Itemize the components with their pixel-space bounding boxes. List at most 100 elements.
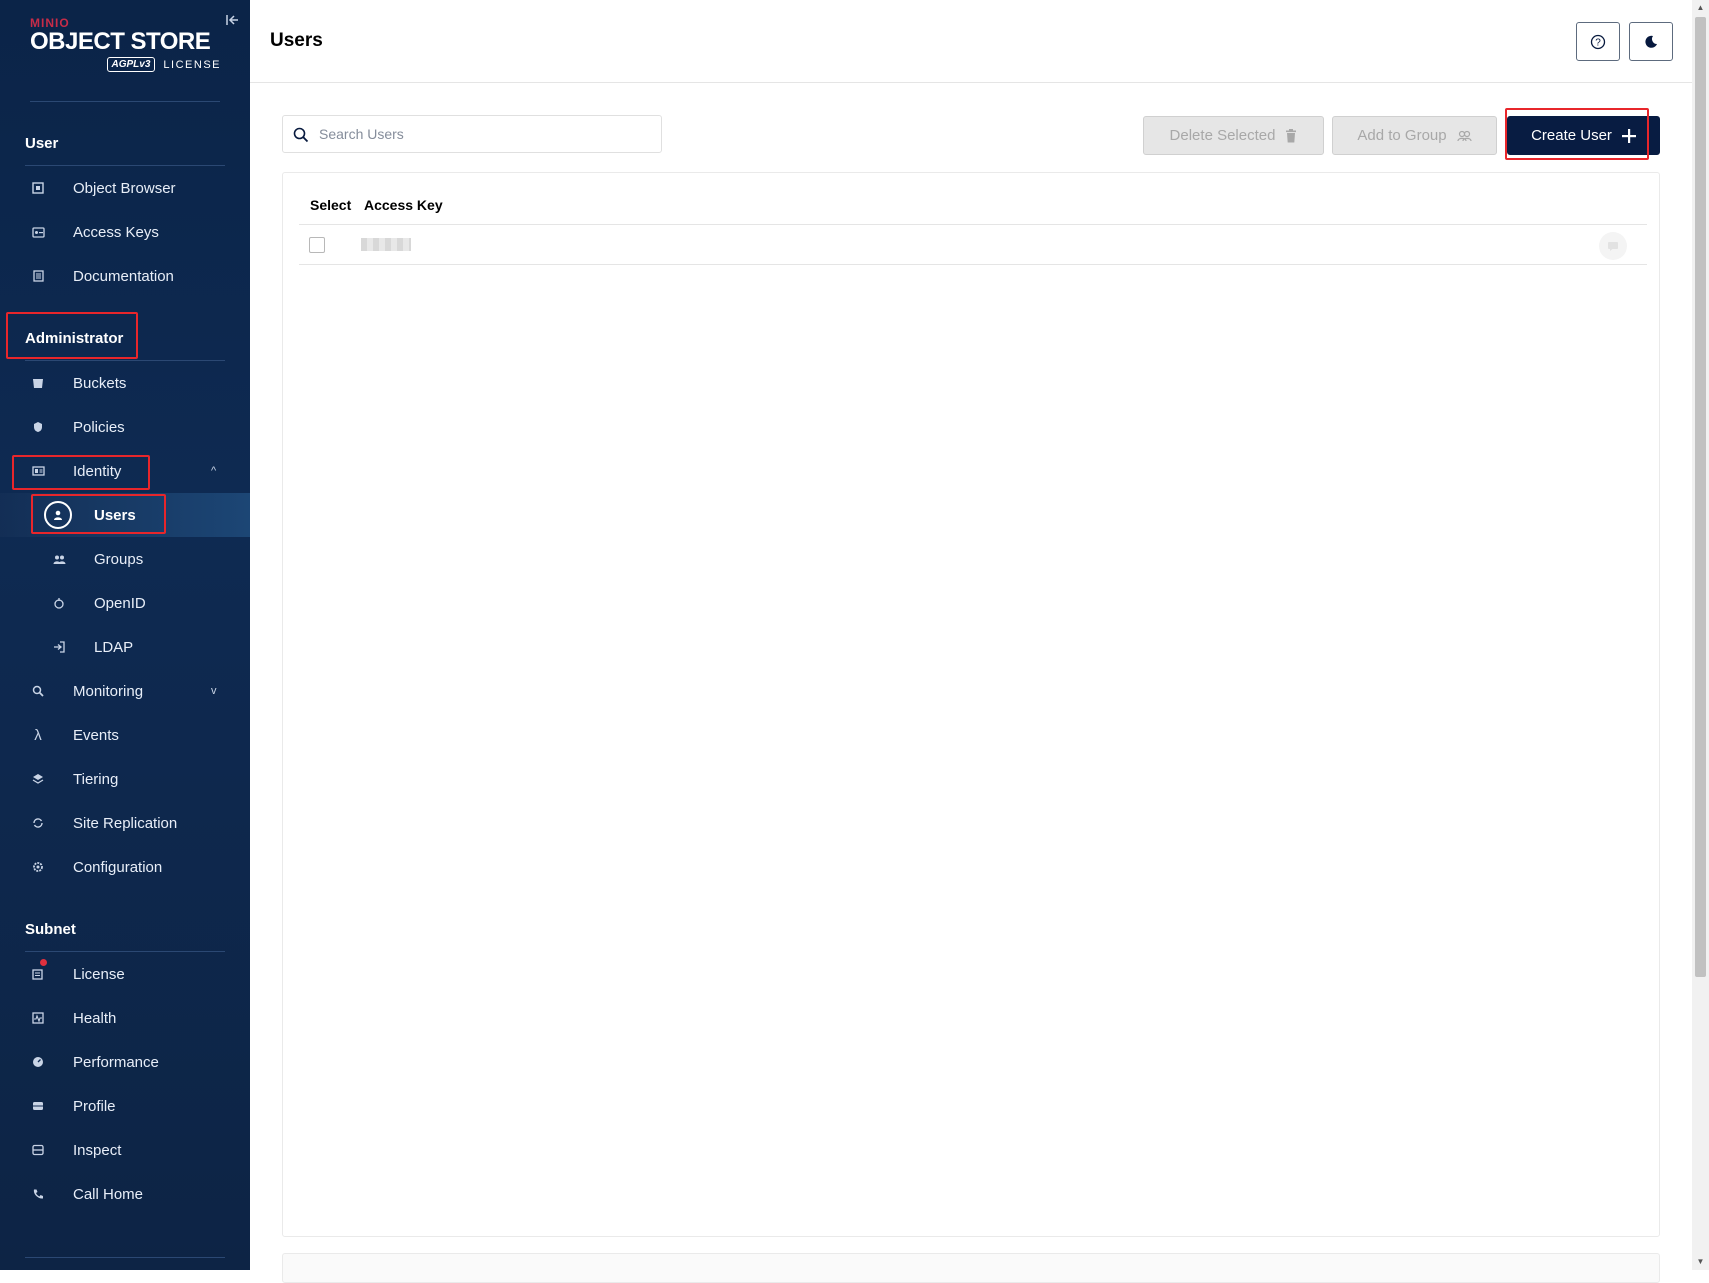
sidebar-item-performance[interactable]: Performance [0,1040,250,1084]
docs-icon [29,267,47,285]
sidebar-item-health[interactable]: Health [0,996,250,1040]
chevron-down-icon[interactable]: v [211,685,217,697]
object-browser-icon [29,179,47,197]
section-title-subnet: Subnet [25,921,76,938]
inspect-icon [29,1141,47,1159]
sidebar-item-label: Policies [73,418,125,436]
column-header-select: Select [310,197,352,213]
sidebar-item-label: Inspect [73,1141,122,1159]
sidebar-item-identity[interactable]: Identity ^ [0,449,250,493]
view-icon [1608,242,1618,251]
access-key-cell[interactable] [361,238,411,251]
sidebar-item-label: License [73,965,125,983]
sidebar-item-label: Call Home [73,1185,144,1203]
scroll-up-arrow-icon[interactable]: ▲ [1695,2,1706,14]
id-card-icon [29,462,47,480]
layers-icon [29,770,47,788]
scroll-down-arrow-icon[interactable]: ▼ [1695,1256,1706,1268]
dark-mode-toggle[interactable] [1629,22,1673,61]
sidebar-item-openid[interactable]: OpenID [0,581,250,625]
sidebar-item-label: Users [94,506,136,524]
sidebar-item-label: OpenID [94,594,146,612]
sidebar-item-label: Configuration [73,858,163,876]
gauge-icon [29,1053,47,1071]
sidebar-item-configuration[interactable]: Configuration [0,845,250,889]
chevron-up-icon[interactable]: ^ [211,465,216,477]
sidebar-item-tiering[interactable]: Tiering [0,757,250,801]
sidebar-item-call-home[interactable]: Call Home [0,1172,250,1216]
sidebar-item-profile[interactable]: Profile [0,1084,250,1128]
sidebar-item-label: Documentation [73,267,174,285]
pagination-area [282,1253,1660,1283]
login-icon [50,638,68,656]
users-table: Select Access Key [282,172,1660,1237]
delete-selected-button[interactable]: Delete Selected [1143,116,1324,155]
sidebar-item-groups[interactable]: Groups [0,537,250,581]
sidebar-item-label: Events [73,726,119,744]
moon-icon [1645,35,1657,48]
divider [30,101,220,102]
phone-icon [29,1185,47,1203]
shield-icon [29,418,47,436]
divider [25,1257,225,1258]
sidebar-item-label: Identity [73,462,122,480]
column-header-access-key[interactable]: Access Key [364,197,443,213]
lambda-icon: λ [34,726,42,744]
magnifier-icon [29,682,47,700]
sidebar-item-documentation[interactable]: Documentation [0,254,250,298]
sidebar-item-ldap[interactable]: LDAP [0,625,250,669]
logo-product: OBJECT STORE [30,28,211,55]
svg-text:?: ? [1595,37,1601,48]
add-to-group-button[interactable]: Add to Group [1332,116,1497,155]
sidebar-item-inspect[interactable]: Inspect [0,1128,250,1172]
sidebar-item-label: Health [73,1009,117,1027]
bucket-icon [29,374,47,392]
row-action-button[interactable] [1599,232,1627,260]
create-user-label: Create User [1531,127,1612,144]
sidebar-item-label: Profile [73,1097,116,1115]
row-checkbox[interactable] [309,237,325,253]
scrollbar-thumb[interactable] [1695,17,1706,977]
add-to-group-label: Add to Group [1357,127,1447,144]
create-user-button[interactable]: Create User [1507,116,1660,155]
sidebar-item-object-browser[interactable]: Object Browser [0,166,250,210]
sidebar-item-events[interactable]: λ Events [0,713,250,757]
trash-icon [1286,128,1297,142]
sidebar-item-site-replication[interactable]: Site Replication [0,801,250,845]
help-icon: ? [1590,34,1606,49]
minio-logo[interactable]: MINIO OBJECT STORE AGPLv3 LICENSE [30,16,225,78]
delete-selected-label: Delete Selected [1169,127,1276,144]
top-bar: Users ? [250,0,1692,83]
sidebar-item-label: Access Keys [73,223,159,241]
search-box [282,115,662,153]
sidebar-item-label: Groups [94,550,144,568]
logo-license: LICENSE [163,58,221,71]
sidebar-item-users[interactable]: Users [0,493,250,537]
sidebar-item-label: Object Browser [73,179,176,197]
sidebar-item-label: Buckets [73,374,127,392]
sidebar-item-access-keys[interactable]: Access Keys [0,210,250,254]
page-title: Users [270,30,323,51]
collapse-sidebar-icon[interactable] [224,12,240,28]
help-button[interactable]: ? [1576,22,1620,61]
sidebar-item-license[interactable]: License [0,952,250,996]
profile-icon [29,1097,47,1115]
table-row[interactable] [299,225,1647,265]
gear-icon [29,858,47,876]
sidebar-item-policies[interactable]: Policies [0,405,250,449]
plus-icon [1621,128,1636,143]
section-title-administrator: Administrator [25,330,124,347]
sidebar-item-monitoring[interactable]: Monitoring v [0,669,250,713]
search-input[interactable] [319,120,649,148]
sidebar-item-buckets[interactable]: Buckets [0,361,250,405]
group-icon [1457,130,1472,141]
user-icon [44,501,72,529]
license-icon [29,965,47,983]
sidebar-item-label: Monitoring [73,682,144,700]
notification-badge [40,959,47,966]
section-title-user: User [25,135,59,152]
openid-icon [50,594,68,612]
key-icon [29,223,47,241]
sidebar-item-label: Tiering [73,770,119,788]
sidebar-item-label: LDAP [94,638,134,656]
